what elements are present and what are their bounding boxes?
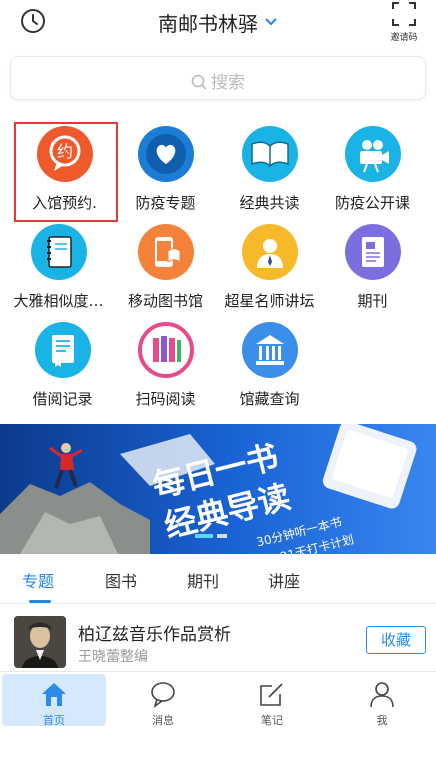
tab-books[interactable]: 图书	[105, 568, 137, 592]
notebook-icon	[31, 224, 87, 280]
grid-item-label: 经典共读	[239, 194, 300, 212]
search-icon	[191, 74, 207, 90]
scan-books-icon	[138, 322, 194, 378]
content-tabs: 专题 图书 期刊 讲座	[0, 556, 436, 604]
tab-lectures[interactable]: 讲座	[268, 568, 300, 592]
grid-item-borrow-records[interactable]: 借阅记录	[8, 314, 117, 412]
profile-icon	[370, 682, 394, 708]
selection-highlight	[14, 122, 118, 222]
nav-profile[interactable]: 我	[330, 674, 434, 727]
page-title: 南邮书林驿	[158, 12, 258, 36]
lecturer-icon	[242, 224, 298, 280]
portrait-thumbnail	[14, 616, 66, 668]
nav-label: 消息	[152, 714, 174, 727]
qr-scan-icon	[392, 2, 416, 26]
nav-notes[interactable]: 笔记	[220, 674, 324, 727]
grid-item-collection-search[interactable]: 馆藏查询	[215, 314, 324, 412]
grid-item-open-class[interactable]: 防疫公开课	[318, 118, 427, 216]
grid-item-label: 防疫专题	[135, 194, 196, 212]
nav-label: 笔记	[261, 714, 283, 727]
borrow-record-icon	[35, 322, 91, 378]
grid-item-label: 馆藏查询	[239, 390, 300, 408]
item-title: 柏辽兹音乐作品赏析	[78, 625, 231, 645]
grid-item-classic-reading[interactable]: 经典共读	[215, 118, 324, 216]
hiker-figure	[61, 443, 71, 453]
tab-topics[interactable]: 专题	[22, 568, 54, 592]
grid-item-mobile-library[interactable]: 移动图书馆	[111, 216, 220, 314]
nav-home[interactable]: 首页	[2, 674, 106, 727]
grid-item-label: 期刊	[357, 292, 388, 310]
tab-active-indicator	[29, 600, 51, 603]
bottom-nav: 首页 消息 笔记 我	[0, 671, 436, 729]
app-header: 南邮书林驿 邀请码	[0, 0, 436, 46]
nav-label: 我	[376, 714, 388, 727]
library-building-icon	[242, 322, 298, 378]
grid-item-label: 移动图书馆	[127, 292, 203, 310]
journal-icon	[345, 224, 401, 280]
video-camera-icon	[345, 126, 401, 182]
search-placeholder: 搜索	[211, 73, 245, 93]
favorite-button[interactable]: 收藏	[366, 626, 426, 654]
grid-item-label: 超星名师讲坛	[224, 292, 315, 310]
invite-code-button[interactable]: 邀请码	[386, 2, 422, 43]
promo-banner[interactable]: 每日一书 经典导读 30分钟听一本书 21天打卡计划	[0, 424, 436, 554]
grid-item-label: 扫码阅读	[135, 390, 196, 408]
invite-code-label: 邀请码	[390, 33, 418, 43]
library-selector[interactable]: 南邮书林驿	[0, 8, 436, 37]
heart-icon	[138, 126, 194, 182]
grid-item-scan-reading[interactable]: 扫码阅读	[111, 314, 220, 412]
grid-item-label: 防疫公开课	[334, 194, 410, 212]
note-icon	[260, 683, 283, 706]
list-item[interactable]: 柏辽兹音乐作品赏析 王晓蕾整编 收藏	[0, 610, 436, 670]
nav-messages[interactable]: 消息	[111, 674, 215, 727]
tab-journals[interactable]: 期刊	[187, 568, 219, 592]
nav-label: 首页	[43, 714, 65, 727]
open-book-icon	[242, 126, 298, 182]
grid-item-label: 借阅记录	[32, 390, 93, 408]
grid-item-similarity[interactable]: 大雅相似度…	[4, 216, 113, 314]
grid-item-lecture[interactable]: 超星名师讲坛	[215, 216, 324, 314]
grid-item-epidemic-topic[interactable]: 防疫专题	[111, 118, 220, 216]
item-author: 王晓蕾整编	[78, 649, 148, 665]
mobile-library-icon	[138, 224, 194, 280]
grid-item-label: 大雅相似度…	[13, 292, 104, 310]
message-icon	[151, 682, 175, 708]
home-icon	[42, 683, 66, 706]
grid-item-journal[interactable]: 期刊	[318, 216, 427, 314]
search-bar[interactable]: 搜索	[10, 56, 426, 100]
chevron-down-icon	[264, 10, 278, 26]
